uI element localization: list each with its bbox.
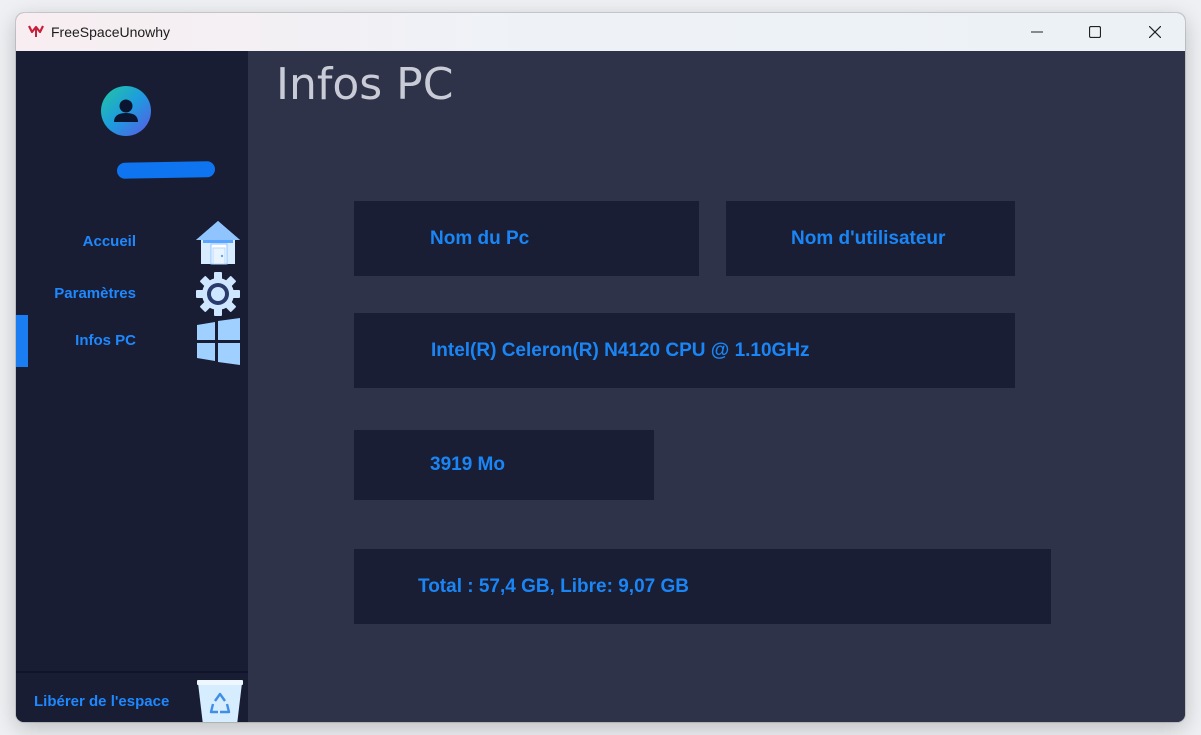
house-icon <box>196 221 240 265</box>
sidebar-item-label: Infos PC <box>75 332 136 349</box>
title-bar[interactable]: FreeSpaceUnowhy <box>16 13 1185 51</box>
page-title: Infos PC <box>276 59 454 110</box>
app-window: FreeSpaceUnowhy Accueil Paramètres Infos… <box>16 13 1185 722</box>
maximize-icon <box>1089 26 1101 38</box>
sidebar-item-label: Accueil <box>82 233 136 250</box>
username-card: Nom d'utilisateur <box>726 201 1015 276</box>
cpu-value: Intel(R) Celeron(R) N4120 CPU @ 1.10GHz <box>431 339 810 361</box>
sidebar-item-label: Paramètres <box>54 285 136 302</box>
free-space-label: Libérer de l'espace <box>34 693 170 710</box>
sidebar-item-accueil[interactable]: Accueil <box>16 216 248 268</box>
username-value: Nom d'utilisateur <box>791 227 946 249</box>
sidebar: Accueil Paramètres Infos PC Libérer de l… <box>16 51 248 722</box>
window-title: FreeSpaceUnowhy <box>51 24 171 40</box>
disk-card: Total : 57,4 GB, Libre: 9,07 GB <box>354 549 1051 624</box>
gear-icon <box>196 272 240 316</box>
app-logo-icon <box>28 25 44 37</box>
active-indicator <box>16 315 28 367</box>
recycle-bin-icon <box>197 680 243 722</box>
close-button[interactable] <box>1126 13 1184 51</box>
username-redacted <box>116 161 216 179</box>
pc-name-value: Nom du Pc <box>430 227 530 249</box>
user-avatar-icon[interactable] <box>101 86 151 136</box>
sidebar-item-parametres[interactable]: Paramètres <box>16 268 248 320</box>
disk-value: Total : 57,4 GB, Libre: 9,07 GB <box>418 575 689 597</box>
ram-value: 3919 Mo <box>430 454 505 475</box>
close-icon <box>1149 26 1161 38</box>
sidebar-item-infos-pc[interactable]: Infos PC <box>16 315 248 367</box>
minimize-button[interactable] <box>1008 13 1066 51</box>
free-space-button[interactable]: Libérer de l'espace <box>16 671 248 722</box>
pc-name-card: Nom du Pc <box>354 201 699 276</box>
ram-card: 3919 Mo <box>354 430 654 500</box>
minimize-icon <box>1031 31 1043 33</box>
cpu-card: Intel(R) Celeron(R) N4120 CPU @ 1.10GHz <box>354 313 1015 388</box>
windows-logo-icon <box>197 318 240 365</box>
maximize-button[interactable] <box>1066 13 1124 51</box>
main-content: Infos PC Nom du Pc Nom d'utilisateur Int… <box>248 51 1185 722</box>
